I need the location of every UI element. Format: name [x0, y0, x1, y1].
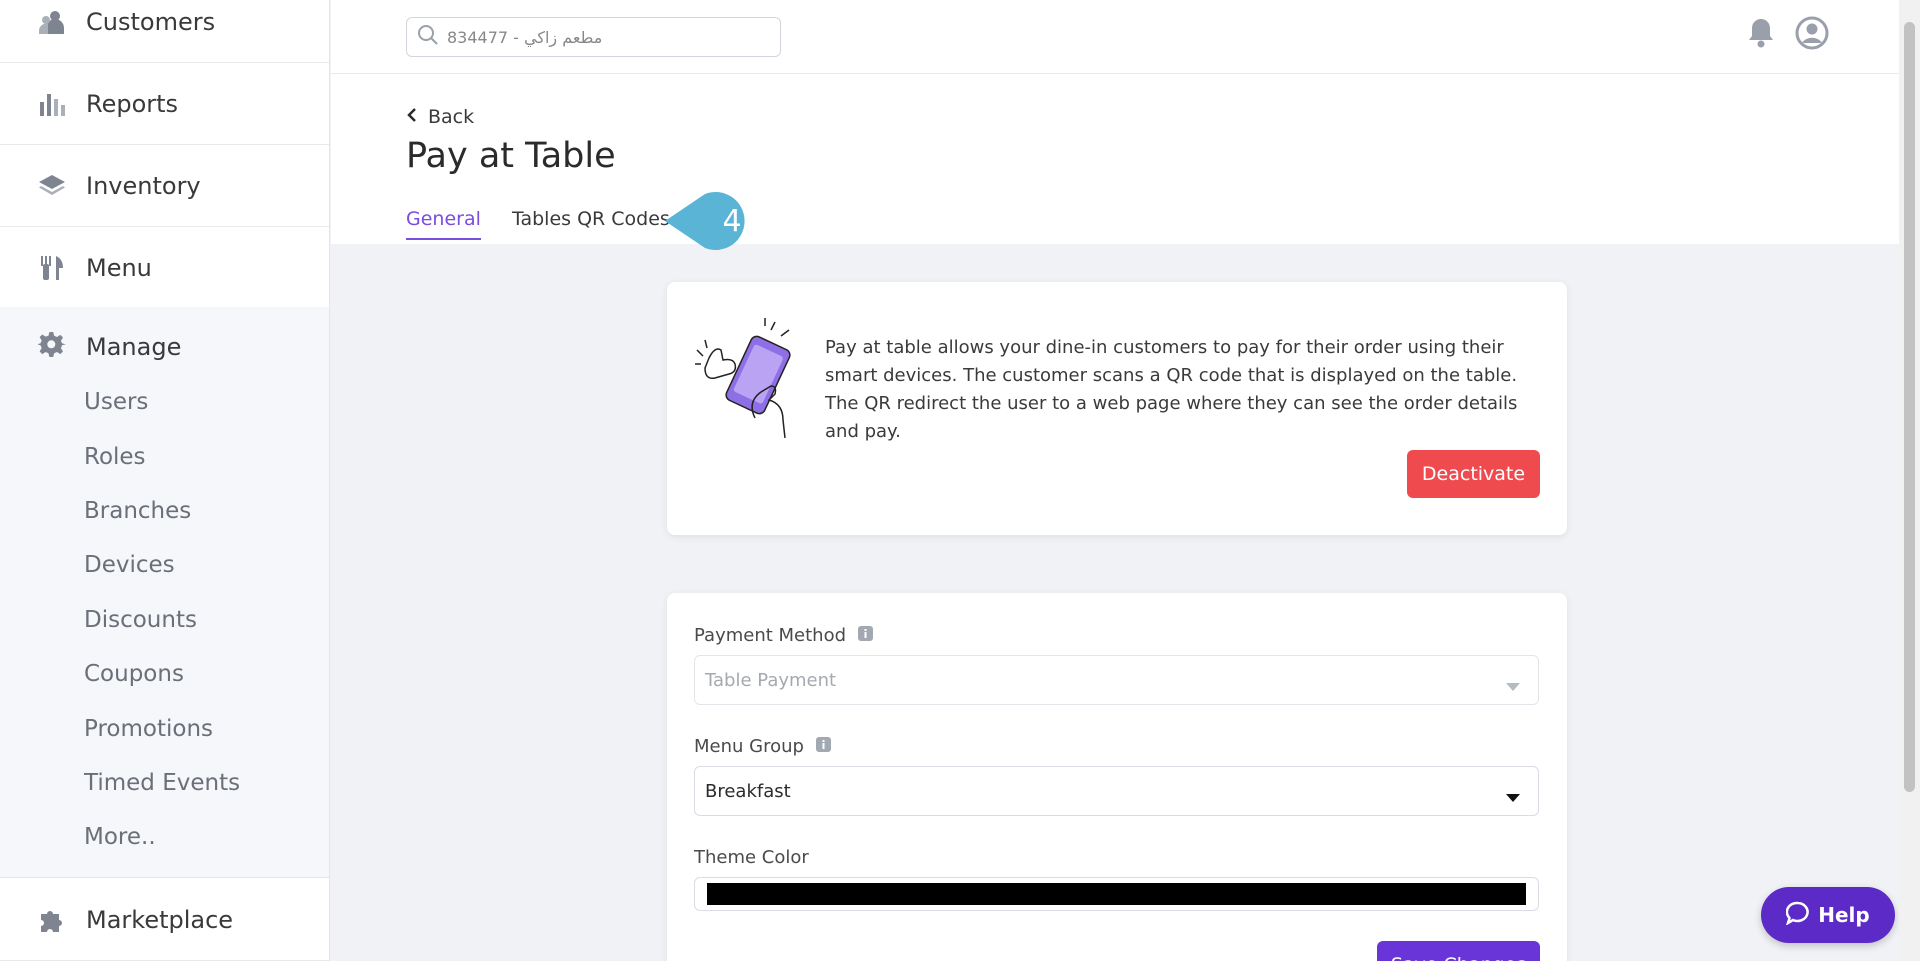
theme-color-label: Theme Color: [694, 847, 809, 868]
menu-icon: [38, 254, 66, 282]
payment-method-value: Table Payment: [705, 669, 837, 691]
chevron-left-icon: [406, 107, 418, 127]
tab-general[interactable]: General: [406, 208, 481, 240]
sidebar-item-label: Marketplace: [86, 905, 234, 934]
sidebar-subitem-branches[interactable]: Branches: [84, 498, 191, 524]
sidebar-item-label: Customers: [86, 7, 216, 36]
info-icon[interactable]: [815, 736, 831, 757]
theme-color-label-text: Theme Color: [694, 847, 809, 868]
sidebar-item-label: Reports: [86, 89, 179, 118]
payment-method-select: Table Payment: [694, 655, 1539, 705]
search-icon: [417, 24, 439, 50]
sidebar-item-manage[interactable]: Manage: [36, 327, 182, 367]
customers-icon: [38, 8, 66, 36]
info-card: Pay at table allows your dine-in custome…: [667, 282, 1567, 535]
payment-method-label-text: Payment Method: [694, 625, 847, 646]
sidebar-item-label: Inventory: [86, 171, 201, 200]
page-header: Back Pay at Table General Tables QR Code…: [331, 74, 1899, 244]
tab-tables-qr-codes[interactable]: Tables QR Codes: [512, 208, 670, 230]
bell-icon[interactable]: [1745, 16, 1777, 54]
chat-bubble-icon: [1785, 901, 1810, 929]
back-label: Back: [428, 106, 475, 128]
user-avatar-icon[interactable]: [1795, 16, 1829, 54]
sidebar-subitem-timed-events[interactable]: Timed Events: [84, 770, 240, 796]
step-callout: 4: [665, 190, 765, 252]
sidebar-subitem-promotions[interactable]: Promotions: [84, 716, 213, 742]
sidebar-subitem-roles[interactable]: Roles: [84, 444, 146, 470]
menu-group-value: Breakfast: [705, 780, 791, 802]
menu-group-label-text: Menu Group: [694, 736, 804, 757]
help-button[interactable]: Help: [1761, 887, 1895, 943]
menu-group-label: Menu Group: [694, 736, 831, 757]
feature-description: Pay at table allows your dine-in custome…: [825, 337, 1518, 442]
sidebar-item-marketplace[interactable]: Marketplace: [0, 879, 329, 961]
info-icon[interactable]: [858, 625, 874, 646]
sidebar-subitem-discounts[interactable]: Discounts: [84, 607, 197, 633]
sidebar-item-inventory[interactable]: Inventory: [0, 145, 329, 227]
sidebar-subitem-more[interactable]: More..: [84, 824, 156, 850]
caret-down-icon: [1506, 787, 1520, 808]
sidebar-item-customers[interactable]: Customers: [0, 0, 329, 63]
page-title: Pay at Table: [406, 136, 616, 176]
reports-icon: [38, 90, 66, 118]
theme-color-swatch: [707, 883, 1526, 905]
sidebar-item-reports[interactable]: Reports: [0, 63, 329, 145]
page-scrollbar[interactable]: [1899, 0, 1920, 961]
manage-section: Manage Users Roles Branches Devices Disc…: [0, 307, 329, 878]
search-input[interactable]: [447, 27, 767, 47]
sidebar-subitem-coupons[interactable]: Coupons: [84, 661, 184, 687]
sidebar-subitem-devices[interactable]: Devices: [84, 552, 175, 578]
top-bar: [331, 0, 1899, 74]
sidebar-item-label: Menu: [86, 253, 152, 282]
menu-group-select[interactable]: Breakfast: [694, 766, 1539, 816]
help-label: Help: [1818, 903, 1870, 927]
deactivate-button[interactable]: Deactivate: [1407, 450, 1540, 498]
sidebar-item-label: Manage: [86, 333, 182, 361]
theme-color-input[interactable]: [694, 877, 1539, 911]
payment-method-label: Payment Method: [694, 625, 874, 646]
gear-icon: [36, 331, 66, 363]
caret-down-icon: [1506, 676, 1520, 697]
sidebar-subitem-users[interactable]: Users: [84, 389, 148, 415]
callout-number: 4: [722, 204, 741, 239]
inventory-icon: [38, 172, 66, 200]
sidebar: Customers Reports Inventory Menu Manage …: [0, 0, 330, 961]
settings-form-card: Payment Method Table Payment Menu Group …: [667, 593, 1567, 961]
back-link[interactable]: Back: [406, 106, 474, 128]
search-box[interactable]: [406, 17, 781, 57]
save-changes-button[interactable]: Save Changes: [1377, 941, 1540, 961]
phone-payment-illustration-icon: [695, 318, 805, 442]
puzzle-icon: [38, 906, 66, 934]
sidebar-item-menu[interactable]: Menu: [0, 227, 329, 309]
scrollbar-thumb[interactable]: [1904, 22, 1915, 792]
